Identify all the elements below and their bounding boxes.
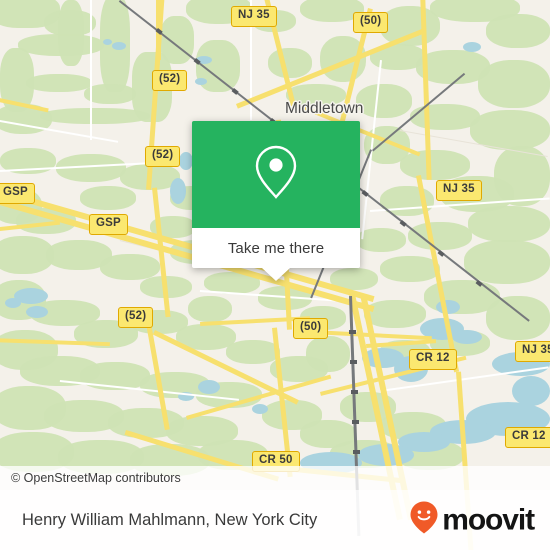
moovit-logo[interactable]: moovit: [409, 501, 535, 540]
map-screenshot: Middletown NJ 35 (50) (52) (52) GSP GSP …: [0, 0, 550, 550]
map-attribution-bar: © OpenStreetMap contributors: [0, 466, 550, 490]
road-shield: GSP: [0, 183, 35, 204]
park-area: [268, 48, 312, 78]
road-shield: NJ 35: [515, 341, 550, 362]
moovit-smiley-pin-icon: [409, 501, 439, 540]
water-area: [112, 42, 126, 50]
park-area: [468, 206, 550, 242]
park-area: [26, 74, 92, 92]
road-shield: (52): [152, 70, 188, 91]
park-area: [380, 256, 440, 282]
water-area: [512, 376, 550, 406]
water-area: [179, 152, 193, 170]
park-area: [364, 300, 426, 328]
park-area: [306, 336, 350, 372]
take-me-there-label: Take me there: [227, 239, 325, 257]
attribution-text: © OpenStreetMap contributors: [11, 471, 181, 485]
railway-tick: [350, 360, 357, 364]
park-area: [46, 240, 112, 270]
popup-pointer-tail: [262, 268, 290, 281]
road-shield: (50): [293, 318, 329, 339]
map-pin-icon: [253, 144, 299, 205]
water-area: [195, 78, 207, 85]
park-area: [478, 60, 550, 108]
park-area: [0, 236, 54, 274]
park-area: [400, 150, 470, 180]
water-area: [463, 42, 481, 52]
water-area: [252, 404, 268, 414]
road-shield: NJ 35: [231, 6, 277, 27]
railway-tick: [351, 390, 358, 394]
water-area: [103, 39, 112, 45]
road-shield: (52): [145, 146, 181, 167]
water-area: [26, 306, 48, 318]
location-popup-card[interactable]: Take me there: [192, 121, 360, 281]
railway-tick: [353, 450, 360, 454]
water-area: [170, 178, 186, 204]
park-area: [226, 340, 280, 364]
minor-road: [90, 0, 92, 140]
water-area: [452, 330, 482, 344]
park-area: [486, 14, 550, 48]
park-area: [58, 0, 84, 66]
road-shield: (52): [118, 307, 154, 328]
water-area: [5, 298, 21, 308]
road-shield: CR 12: [505, 427, 550, 448]
road-shield: NJ 35: [436, 180, 482, 201]
road-shield: CR 12: [409, 349, 457, 370]
railway-tick: [352, 420, 359, 424]
location-title: Henry William Mahlmann, New York City: [22, 510, 318, 529]
park-area: [80, 186, 136, 210]
railway-tick: [349, 330, 356, 334]
park-area: [464, 240, 550, 284]
park-area: [188, 296, 232, 322]
park-area: [356, 84, 412, 118]
road-shield: GSP: [89, 214, 128, 235]
footer-bar: Henry William Mahlmann, New York City mo…: [0, 490, 550, 550]
water-area: [198, 380, 220, 394]
road-shield: (50): [353, 12, 389, 33]
popup-pin-area: [192, 121, 360, 228]
popup-action-bar[interactable]: Take me there: [192, 228, 360, 268]
park-area: [486, 296, 550, 340]
moovit-wordmark: moovit: [442, 503, 535, 536]
place-label-middletown: Middletown: [285, 100, 364, 117]
